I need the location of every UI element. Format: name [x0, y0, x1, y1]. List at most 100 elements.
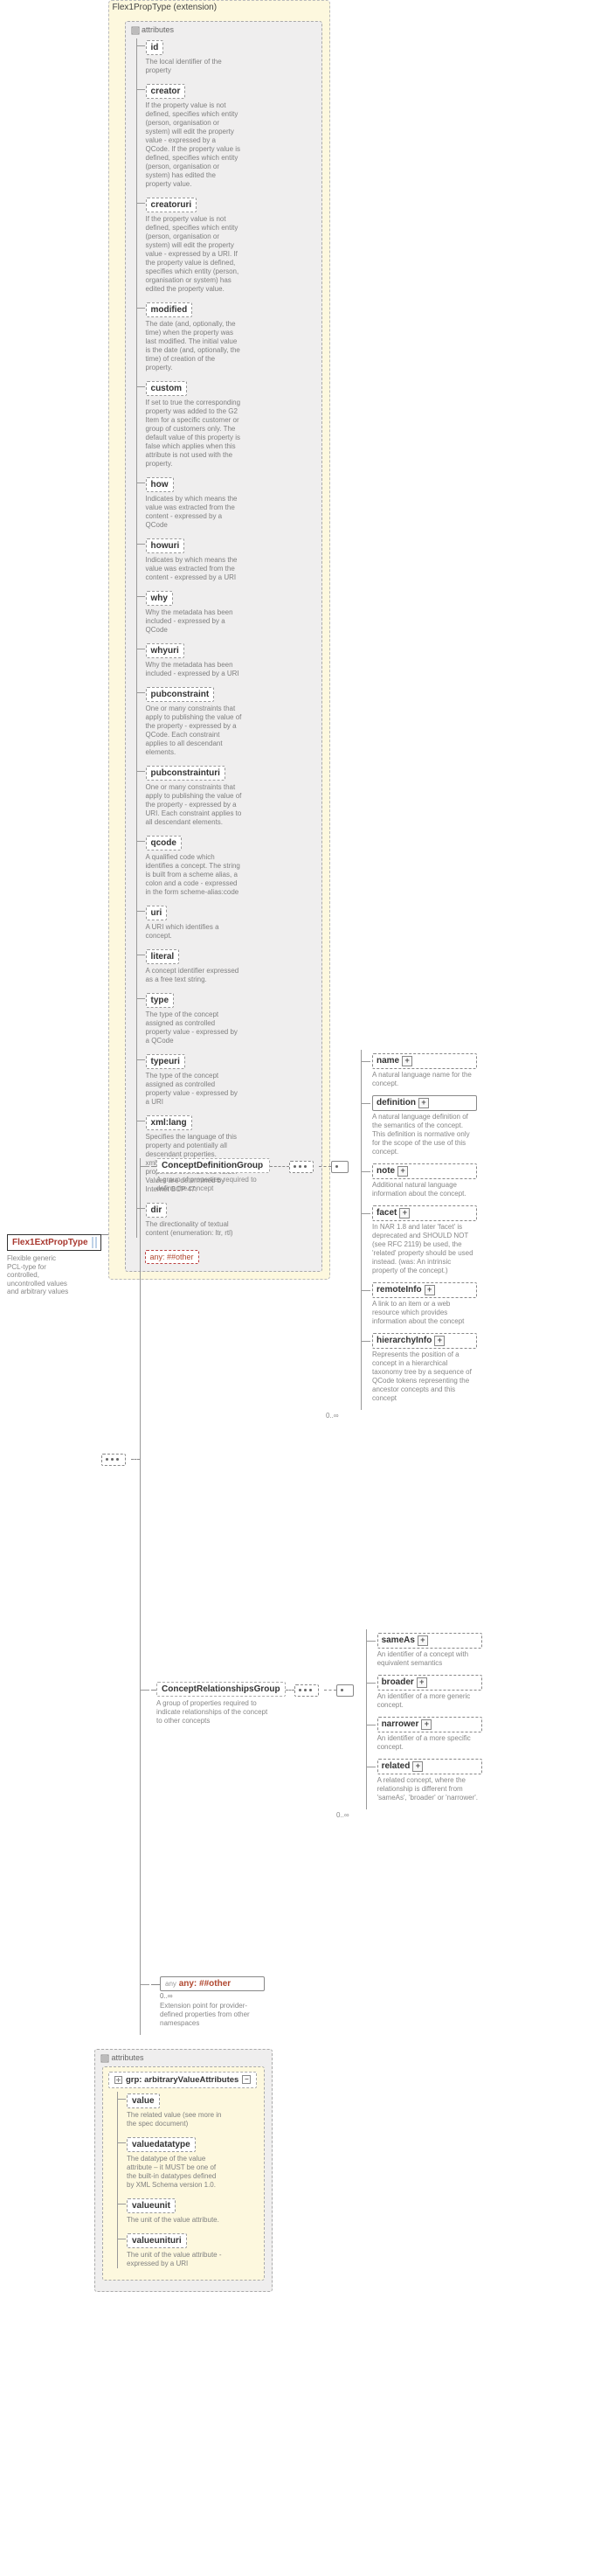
element-hierarchyInfo[interactable]: hierarchyInfo+ — [372, 1333, 477, 1349]
attribute-item: uri A URI which identifies a concept. — [137, 904, 316, 941]
cardinality-rel: 0..∞ — [336, 1811, 482, 1819]
collapse-icon[interactable]: − — [242, 2075, 251, 2084]
element-leaf: remoteInfo+ A link to an item or a web re… — [362, 1282, 477, 1326]
expand-icon[interactable]: + — [402, 1056, 412, 1066]
attribute-item: custom If set to true the corresponding p… — [137, 379, 316, 469]
element-leaf: narrower+ An identifier of a more specifi… — [367, 1717, 482, 1752]
attribute-box-typeuri[interactable]: typeuri — [146, 1054, 185, 1069]
attribute-box-why[interactable]: why — [146, 591, 173, 606]
element-sameAs[interactable]: sameAs+ — [377, 1633, 482, 1649]
attribute-box-howuri[interactable]: howuri — [146, 538, 185, 553]
attribute-item: why Why the metadata has been included - … — [137, 589, 316, 635]
element-leaf: note+ Additional natural language informa… — [362, 1163, 477, 1198]
element-related[interactable]: related+ — [377, 1759, 482, 1774]
element-desc: An identifier of a more specific concept… — [377, 1734, 482, 1752]
attribute-box-uri[interactable]: uri — [146, 906, 168, 920]
attributes-title-2: attributes — [100, 2053, 266, 2063]
expand-icon[interactable]: + — [417, 1677, 427, 1688]
attribute-desc: One or many constraints that apply to pu… — [146, 705, 242, 757]
element-desc: A link to an item or a web resource whic… — [372, 1300, 477, 1326]
attribute-desc: A qualified code which identifies a conc… — [146, 853, 242, 897]
attribute-box-xml-lang[interactable]: xml:lang — [146, 1115, 192, 1130]
expand-icon[interactable]: + — [412, 1761, 423, 1772]
attribute-box-valuedatatype[interactable]: valuedatatype — [127, 2137, 196, 2152]
attribute-box-id[interactable]: id — [146, 40, 164, 55]
attribute-box-valueunituri[interactable]: valueunituri — [127, 2233, 187, 2248]
attribute-desc: The type of the concept assigned as cont… — [146, 1010, 242, 1045]
attribute-item: how Indicates by which means the value wa… — [137, 476, 316, 530]
attribute-desc: The date (and, optionally, the time) whe… — [146, 320, 242, 372]
attribute-item: modified The date (and, optionally, the t… — [137, 301, 316, 372]
attribute-box-custom[interactable]: custom — [146, 381, 188, 396]
any-element-desc: Extension point for provider-defined pro… — [160, 2002, 265, 2028]
attribute-desc: Indicates by which means the value was e… — [146, 556, 242, 582]
attribute-desc: The local identifier of the property — [146, 58, 242, 75]
element-leaf: related+A related concept, where the rel… — [367, 1759, 482, 1802]
element-desc: An identifier of a more generic concept. — [377, 1692, 482, 1710]
choice-compositor-def — [331, 1161, 349, 1173]
attribute-item: pubconstraint One or many constraints tha… — [137, 685, 316, 757]
attributes-icon — [131, 26, 140, 35]
element-narrower[interactable]: narrower+ — [377, 1717, 482, 1732]
attribute-item: typeuriThe type of the concept assigned … — [137, 1052, 316, 1107]
attribute-desc: A concept identifier expressed as a free… — [146, 967, 242, 984]
element-remoteInfo[interactable]: remoteInfo+ — [372, 1282, 477, 1298]
attribute-item: whyuri Why the metadata has been included… — [137, 642, 316, 678]
attribute-item: valuedatatypeThe datatype of the value a… — [118, 2135, 259, 2190]
attribute-box-type[interactable]: type — [146, 993, 175, 1008]
attribute-item: qcode A qualified code which identifies a… — [137, 834, 316, 897]
attribute-item: creator If the property value is not defi… — [137, 82, 316, 189]
attribute-desc: One or many constraints that apply to pu… — [146, 783, 242, 827]
element-leaf: facet+ In NAR 1.8 and later 'facet' is de… — [362, 1205, 477, 1275]
attribute-box-qcode[interactable]: qcode — [146, 836, 182, 851]
element-note[interactable]: note+ — [372, 1163, 477, 1179]
attributes-frame-2: attributes grp: arbitraryValueAttributes… — [94, 2049, 273, 2292]
attribute-desc: If the property value is not defined, sp… — [146, 215, 242, 294]
element-leaf: definition+A natural language definition… — [362, 1095, 477, 1156]
element-desc: In NAR 1.8 and later 'facet' is deprecat… — [372, 1223, 477, 1275]
element-definition[interactable]: definition+ — [372, 1095, 477, 1111]
attribute-box-literal[interactable]: literal — [146, 949, 180, 964]
expand-icon[interactable]: + — [434, 1336, 445, 1346]
expand-icon[interactable]: + — [418, 1635, 428, 1646]
expand-icon[interactable]: + — [425, 1285, 435, 1295]
cardinality-def: 0..∞ — [326, 1412, 482, 1420]
attribute-box-how[interactable]: how — [146, 477, 174, 492]
any-element-card: 0..∞ — [160, 1992, 265, 2000]
group-concept-definition[interactable]: ConceptDefinitionGroup — [156, 1158, 270, 1173]
attribute-desc: A URI which identifies a concept. — [146, 923, 242, 941]
element-name[interactable]: name+ — [372, 1053, 477, 1069]
element-facet[interactable]: facet+ — [372, 1205, 477, 1221]
attribute-box-pubconstraint[interactable]: pubconstraint — [146, 687, 215, 702]
attribute-item: creatoruri If the property value is not d… — [137, 196, 316, 294]
group-concept-relationships[interactable]: ConceptRelationshipsGroup — [156, 1682, 286, 1697]
expand-icon[interactable]: + — [421, 1719, 432, 1730]
attribute-box-value[interactable]: value — [127, 2093, 160, 2108]
attribute-desc: The unit of the value attribute. — [127, 2216, 223, 2225]
attribute-box-creatoruri[interactable]: creatoruri — [146, 198, 197, 212]
attribute-item: pubconstrainturi One or many constraints … — [137, 764, 316, 827]
root-type-box[interactable]: Flex1ExtPropType — [7, 1234, 101, 1251]
attribute-desc: Why the metadata has been included - exp… — [146, 661, 242, 678]
expand-icon[interactable]: + — [418, 1098, 429, 1108]
attribute-desc: Why the metadata has been included - exp… — [146, 608, 242, 635]
attribute-desc: If the property value is not defined, sp… — [146, 101, 242, 189]
attribute-box-modified[interactable]: modified — [146, 302, 193, 317]
attribute-box-creator[interactable]: creator — [146, 84, 186, 99]
element-desc: Additional natural language information … — [372, 1181, 477, 1198]
attribute-desc: Indicates by which means the value was e… — [146, 495, 242, 530]
attribute-box-whyuri[interactable]: whyuri — [146, 643, 184, 658]
attribute-box-pubconstrainturi[interactable]: pubconstrainturi — [146, 766, 225, 781]
attribute-desc: If set to true the corresponding propert… — [146, 399, 242, 469]
element-desc: A natural language name for the concept. — [372, 1071, 477, 1088]
element-leaf: broader+An identifier of a more generic … — [367, 1675, 482, 1710]
attribute-item: howuri Indicates by which means the value… — [137, 537, 316, 582]
attribute-desc: The related value (see more in the spec … — [127, 2111, 223, 2128]
expand-icon[interactable]: + — [397, 1166, 408, 1177]
group-arbitrary-value-attributes[interactable]: grp: arbitraryValueAttributes − — [108, 2072, 257, 2088]
attribute-item: valueunituriThe unit of the value attrib… — [118, 2232, 259, 2268]
element-broader[interactable]: broader+ — [377, 1675, 482, 1691]
attribute-item: literal A concept identifier expressed as… — [137, 948, 316, 984]
expand-icon[interactable]: + — [399, 1208, 410, 1219]
attribute-box-valueunit[interactable]: valueunit — [127, 2198, 176, 2213]
